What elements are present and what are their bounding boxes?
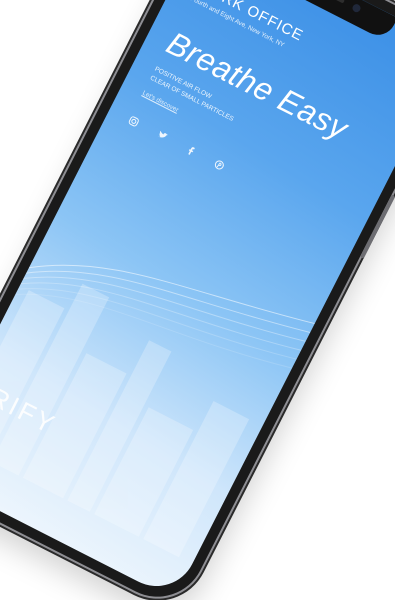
- mockup-stage: ▰ WORK OFFICE Fourth and Eight Ave, Ne: [0, 0, 395, 600]
- hero-content: WORK OFFICE Fourth and Eight Ave, New Yo…: [127, 0, 395, 232]
- front-camera: [351, 2, 362, 14]
- facebook-icon[interactable]: [184, 143, 197, 156]
- phone-frame: ▰ WORK OFFICE Fourth and Eight Ave, Ne: [0, 0, 395, 600]
- twitter-icon[interactable]: [156, 129, 169, 142]
- speaker-grille: [307, 0, 345, 4]
- pinterest-icon[interactable]: [213, 158, 226, 171]
- instagram-icon[interactable]: [127, 114, 140, 127]
- phone-screen: ▰ WORK OFFICE Fourth and Eight Ave, Ne: [0, 0, 395, 600]
